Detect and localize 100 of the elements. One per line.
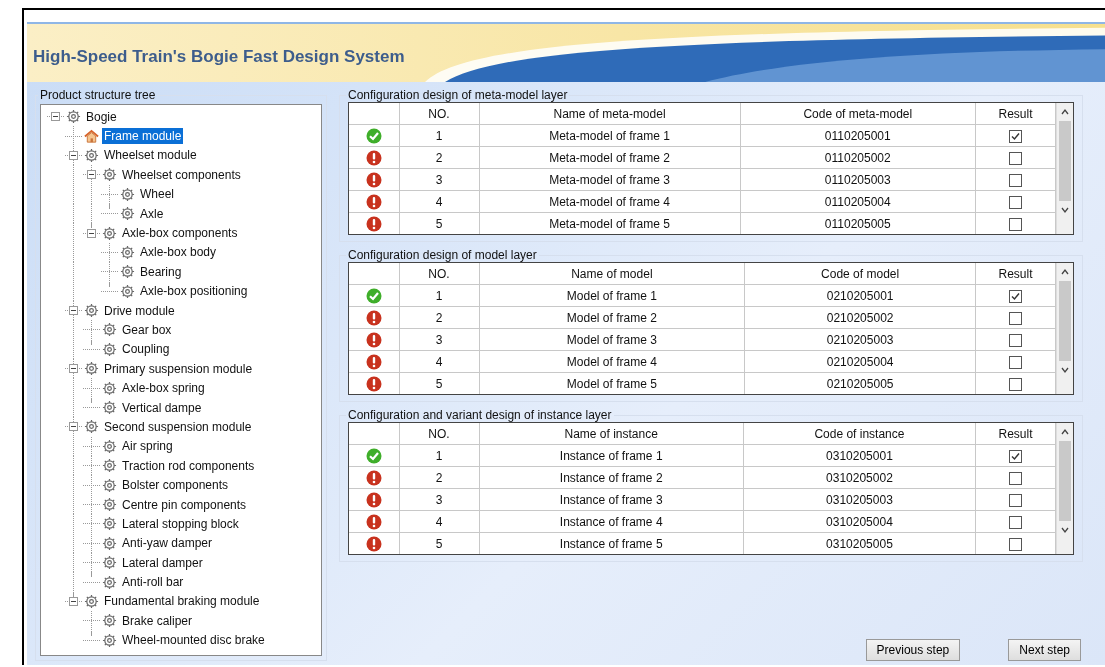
checkbox[interactable]	[1009, 493, 1022, 507]
table-cell: Meta-model of frame 3	[479, 168, 741, 191]
collapse-icon[interactable]	[69, 364, 78, 374]
tree-item[interactable]: Lateral stopping block	[120, 515, 241, 532]
scroll-down-icon[interactable]	[1060, 365, 1070, 375]
checkbox[interactable]	[1009, 333, 1022, 347]
error-icon	[365, 491, 382, 508]
table-cell: 0110205002	[740, 146, 976, 169]
checkbox[interactable]	[1009, 449, 1022, 463]
checkbox[interactable]	[1009, 217, 1022, 231]
error-icon	[365, 193, 382, 210]
checkbox[interactable]	[1009, 311, 1022, 325]
group-title: Configuration design of model layer	[347, 248, 538, 262]
tree-item[interactable]: Brake caliper	[120, 612, 195, 629]
tree-item[interactable]: Axle-box spring	[120, 380, 207, 397]
tree-item[interactable]: Wheel	[138, 186, 176, 203]
step-button[interactable]: Next step	[1008, 639, 1081, 661]
tree-item[interactable]: Wheel-mounted disc brake	[120, 632, 267, 649]
table-cell: Instance of frame 4	[479, 510, 744, 533]
table-cell: 0310205002	[743, 466, 976, 489]
gear-icon	[102, 438, 117, 454]
checkbox[interactable]	[1009, 195, 1022, 209]
gear-icon	[102, 225, 117, 241]
table-cell: 3	[399, 488, 479, 511]
house-icon	[84, 128, 99, 144]
gear-icon	[120, 186, 135, 202]
tree-item[interactable]: Axle-box components	[120, 225, 240, 242]
tree-item[interactable]: Anti-roll bar	[120, 574, 186, 591]
collapse-icon[interactable]	[51, 112, 60, 122]
tree-item[interactable]: Traction rod components	[120, 457, 257, 474]
scroll-up-icon[interactable]	[1060, 107, 1070, 117]
tree-item[interactable]: Wheelset module	[102, 147, 199, 164]
table-cell: 0310205004	[743, 510, 976, 533]
table-cell: Instance of frame 2	[479, 466, 744, 489]
gear-icon	[102, 613, 117, 629]
collapse-icon[interactable]	[87, 228, 96, 238]
collapse-icon[interactable]	[69, 150, 78, 160]
checkbox[interactable]	[1009, 129, 1022, 143]
tree-item[interactable]: Anti-yaw damper	[120, 535, 215, 552]
success-icon	[365, 287, 382, 304]
success-icon	[365, 447, 382, 464]
tree-item[interactable]: Gear box	[120, 322, 174, 338]
scroll-down-icon[interactable]	[1060, 525, 1070, 535]
tree-item[interactable]: Drive module	[102, 302, 177, 319]
table-cell: 0110205004	[740, 190, 976, 213]
tree-item[interactable]: Axle-box body	[138, 244, 219, 261]
table-cell: Model of frame 3	[479, 328, 745, 351]
step-button[interactable]: Previous step	[865, 639, 961, 661]
tree-item[interactable]: Axle	[138, 205, 166, 222]
column-header: Result	[975, 263, 1056, 285]
tree-item[interactable]: Primary suspension module	[102, 360, 255, 377]
collapse-icon[interactable]	[69, 596, 78, 606]
tree-item[interactable]: Coupling	[120, 341, 172, 358]
collapse-icon[interactable]	[69, 422, 78, 432]
tree-item[interactable]: Second suspension module	[102, 418, 254, 435]
collapse-icon[interactable]	[69, 306, 78, 316]
checkbox[interactable]	[1009, 151, 1022, 165]
gear-icon	[84, 303, 99, 319]
app-title: High-Speed Train's Bogie Fast Design System	[32, 46, 405, 67]
column-header: Code of model	[744, 263, 976, 285]
tree-item[interactable]: Frame module	[102, 128, 184, 145]
checkbox[interactable]	[1009, 377, 1022, 391]
table-cell: 0210205002	[744, 306, 976, 329]
collapse-icon[interactable]	[87, 170, 96, 180]
group-title: Configuration and variant design of instance layer	[347, 408, 613, 422]
table-cell: Model of frame 2	[479, 306, 745, 329]
scroll-up-icon[interactable]	[1060, 267, 1070, 277]
checkbox[interactable]	[1009, 537, 1022, 551]
table-cell: 3	[399, 168, 479, 191]
error-icon	[365, 535, 382, 552]
scrollbar[interactable]	[1056, 263, 1073, 394]
column-header: NO.	[399, 263, 479, 285]
tree-item[interactable]: Centre pin components	[120, 496, 249, 513]
table-cell: Meta-model of frame 2	[479, 146, 741, 169]
tree-item[interactable]: Bearing	[138, 263, 184, 280]
tree-item[interactable]: Lateral damper	[120, 554, 205, 571]
tree-item[interactable]: Fundamental braking module	[102, 593, 262, 610]
scroll-down-icon[interactable]	[1060, 205, 1070, 215]
scrollbar[interactable]	[1056, 423, 1073, 554]
tree-item[interactable]: Bolster components	[120, 477, 231, 494]
table-cell: 2	[399, 466, 479, 489]
scrollbar[interactable]	[1056, 103, 1073, 234]
scroll-up-icon[interactable]	[1060, 427, 1070, 437]
tree-item[interactable]: Air spring	[120, 438, 175, 455]
checkbox[interactable]	[1009, 471, 1022, 485]
tree-item[interactable]: Axle-box positioning	[138, 283, 250, 300]
gear-icon	[102, 322, 117, 338]
column-header: NO.	[399, 423, 479, 445]
tree-item[interactable]: Wheelset components	[120, 166, 243, 183]
table-cell: 0210205004	[744, 350, 976, 373]
checkbox[interactable]	[1009, 289, 1022, 303]
checkbox[interactable]	[1009, 355, 1022, 369]
gear-icon	[120, 244, 135, 260]
gear-icon	[102, 477, 117, 493]
checkbox[interactable]	[1009, 515, 1022, 529]
tree-item[interactable]: Bogie	[84, 108, 119, 125]
tree-item[interactable]: Vertical dampe	[120, 399, 204, 416]
error-icon	[365, 149, 382, 166]
checkbox[interactable]	[1009, 173, 1022, 187]
gear-icon	[102, 632, 117, 648]
